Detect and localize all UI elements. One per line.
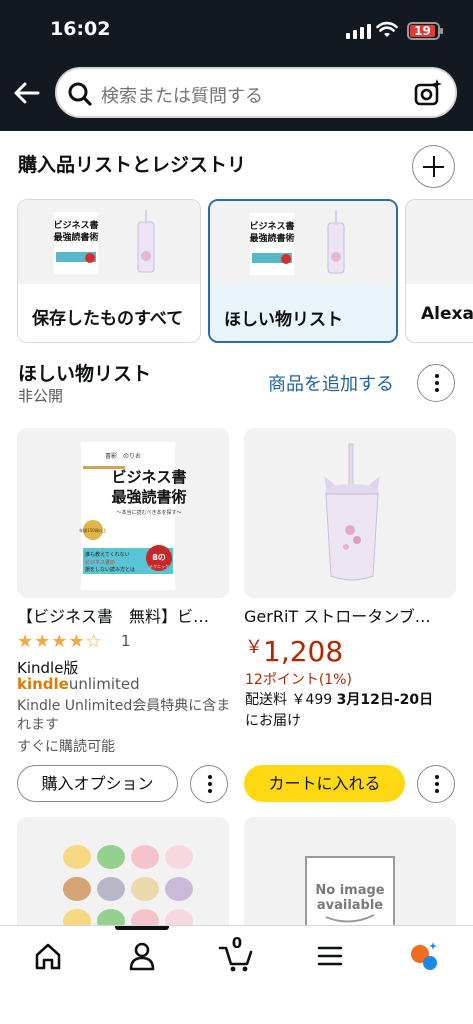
search-bar[interactable]: 検索または質問する bbox=[55, 67, 457, 118]
list-thumbnail-images: ビジネス書 最強読書術 bbox=[249, 211, 345, 275]
svg-text:誰も教えてくれない: 誰も教えてくれない bbox=[85, 551, 130, 558]
product-more-button[interactable] bbox=[190, 765, 228, 803]
wishlist-more-button[interactable] bbox=[417, 364, 455, 402]
camera-search-icon[interactable] bbox=[413, 78, 443, 108]
bottom-nav: 0 bbox=[0, 925, 473, 1024]
product-title[interactable]: 【ビジネス書 無料】ビ… bbox=[17, 603, 230, 627]
buy-options-button[interactable]: 購入オプション bbox=[17, 765, 178, 802]
instant-read-note: すぐに購読可能 bbox=[17, 739, 115, 755]
kindle-unlimited-logo: kindleunlimited bbox=[17, 675, 140, 693]
header: 16:02 19 検索または質問する bbox=[0, 0, 473, 131]
book-cover-image: 書影 のりお ビジネス書 最強読書術 〜本当に読むべき本を探す〜 誰も教えてくれ… bbox=[79, 442, 187, 590]
delivery-suffix: にお届け bbox=[245, 713, 301, 729]
svg-text:8の: 8の bbox=[152, 553, 166, 562]
svg-text:ビジネス書の: ビジネス書の bbox=[85, 559, 115, 566]
back-arrow-icon[interactable] bbox=[12, 78, 42, 108]
status-time: 16:02 bbox=[50, 18, 111, 40]
svg-text:テクニック: テクニック bbox=[149, 563, 169, 569]
list-card-thumbnails bbox=[406, 200, 473, 284]
list-card-saved-all[interactable]: ビジネス書 最強読書術 保存したものすべて bbox=[17, 199, 201, 343]
list-thumbnail-images: ビジネス書 最強読書術 bbox=[53, 210, 155, 274]
list-card-label: Alexa bbox=[421, 304, 473, 324]
product-title[interactable]: GerRiT ストロータンブ… bbox=[244, 603, 457, 627]
account-icon[interactable] bbox=[124, 940, 160, 972]
product-more-button[interactable] bbox=[417, 765, 455, 803]
wishlist-privacy: 非公開 bbox=[18, 387, 64, 405]
cart-nav-item[interactable]: 0 bbox=[218, 934, 254, 972]
svg-text:available: available bbox=[317, 898, 383, 913]
rufus-icon[interactable] bbox=[406, 940, 442, 972]
tumbler-image bbox=[324, 443, 380, 581]
shipping-info: 配送料 ￥499 3月12日-20日 bbox=[245, 692, 434, 708]
kindle-unlimited-note: Kindle Unlimited会員特典に含まれます bbox=[17, 698, 231, 733]
animal-figures-image bbox=[63, 845, 193, 933]
wifi-icon bbox=[376, 21, 398, 37]
product-image-placeholder[interactable]: No image available bbox=[244, 817, 456, 937]
battery-level: 19 bbox=[410, 25, 435, 37]
svg-text:書影 のりお: 書影 のりお bbox=[105, 452, 141, 460]
cart-count: 0 bbox=[231, 934, 243, 952]
wishlist-title: ほしい物リスト bbox=[18, 363, 152, 385]
rating-stars[interactable]: ★★★★☆ bbox=[17, 631, 103, 652]
svg-text:ビジネス書: ビジネス書 bbox=[53, 219, 98, 231]
add-to-cart-button[interactable]: カートに入れる bbox=[244, 765, 405, 802]
add-items-link[interactable]: 商品を追加する bbox=[268, 370, 394, 396]
svg-text:最強読書術: 最強読書術 bbox=[111, 488, 186, 506]
no-image-placeholder: No image available bbox=[305, 856, 395, 937]
search-icon bbox=[68, 82, 92, 106]
product-image-book[interactable]: 書影 のりお ビジネス書 最強読書術 〜本当に読むべき本を探す〜 誰も教えてくれ… bbox=[17, 428, 229, 598]
battery-icon: 19 bbox=[407, 22, 443, 40]
search-input[interactable]: 検索または質問する bbox=[101, 82, 263, 108]
menu-icon[interactable] bbox=[312, 940, 348, 972]
product-image-tumbler[interactable] bbox=[244, 428, 456, 598]
svg-text:No image: No image bbox=[315, 883, 384, 898]
nav-active-indicator bbox=[115, 926, 169, 930]
svg-text:ビジネス書: ビジネス書 bbox=[249, 220, 294, 232]
svg-text:最強読書術: 最強読書術 bbox=[249, 232, 294, 244]
list-card-label: 保存したものすべて bbox=[32, 309, 184, 329]
signal-icon bbox=[346, 24, 371, 39]
add-list-button[interactable] bbox=[412, 145, 455, 188]
lists-section-title: 購入品リストとレジストリ bbox=[18, 154, 247, 176]
list-card-alexa[interactable]: Alexa bbox=[405, 199, 473, 343]
svg-text:年間150冊以上: 年間150冊以上 bbox=[79, 527, 107, 533]
product-points: 12ポイント(1%) bbox=[245, 672, 352, 688]
rating-count[interactable]: 1 bbox=[121, 632, 131, 650]
list-card-thumbnails: ビジネス書 最強読書術 bbox=[210, 201, 396, 285]
product-price: ￥1,208 bbox=[245, 635, 344, 668]
home-icon[interactable] bbox=[30, 940, 66, 972]
list-card-thumbnails: ビジネス書 最強読書術 bbox=[18, 200, 200, 284]
product-image-figures[interactable] bbox=[17, 817, 229, 937]
svg-text:損をしない読み方とは: 損をしない読み方とは bbox=[85, 566, 135, 573]
app-root: 16:02 19 検索または質問する 購入品リストとレジストリ ビジネス書 最強… bbox=[0, 0, 473, 1024]
svg-text:〜本当に読むべき本を探す〜: 〜本当に読むべき本を探す〜 bbox=[116, 509, 181, 516]
list-card-wishlist[interactable]: ビジネス書 最強読書術 ほしい物リスト bbox=[208, 199, 398, 343]
list-card-label: ほしい物リスト bbox=[224, 310, 343, 330]
svg-text:最強読書術: 最強読書術 bbox=[53, 231, 98, 243]
svg-text:ビジネス書: ビジネス書 bbox=[111, 468, 186, 486]
status-bar: 16:02 19 bbox=[0, 0, 473, 62]
